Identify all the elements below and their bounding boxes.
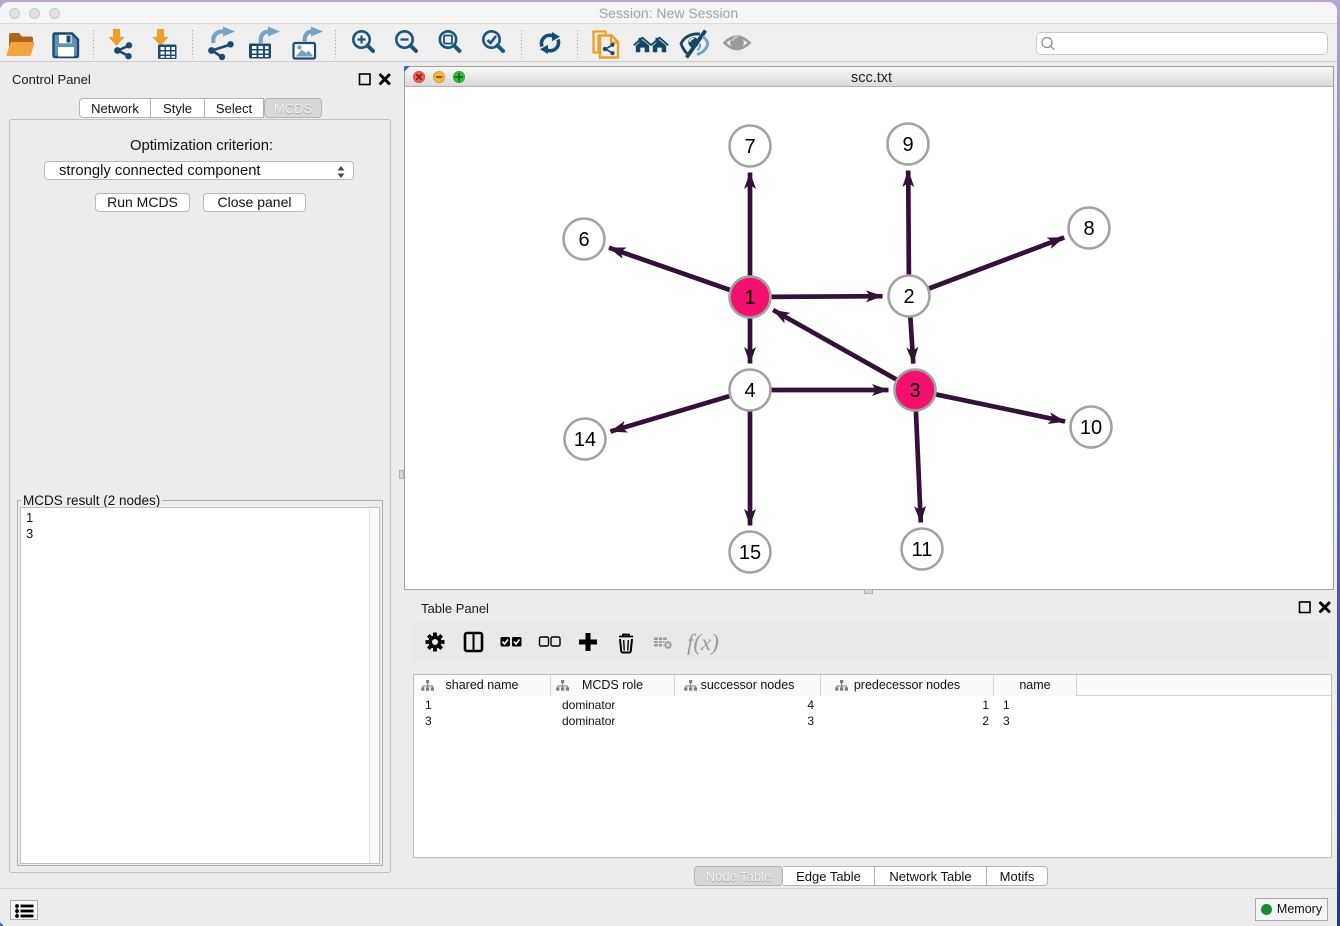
svg-text:f(x): f(x) — [687, 630, 719, 655]
svg-text:1: 1 — [744, 287, 755, 309]
svg-text:15: 15 — [739, 542, 761, 564]
svg-text:9: 9 — [902, 134, 913, 156]
svg-text:11: 11 — [912, 539, 933, 561]
svg-text:7: 7 — [744, 136, 755, 158]
svg-text:3: 3 — [909, 380, 920, 402]
svg-text:14: 14 — [574, 429, 596, 451]
svg-text:2: 2 — [903, 286, 914, 308]
svg-text:4: 4 — [744, 380, 755, 402]
svg-text:10: 10 — [1080, 417, 1102, 439]
svg-text:6: 6 — [578, 229, 589, 251]
svg-text:8: 8 — [1083, 218, 1094, 240]
